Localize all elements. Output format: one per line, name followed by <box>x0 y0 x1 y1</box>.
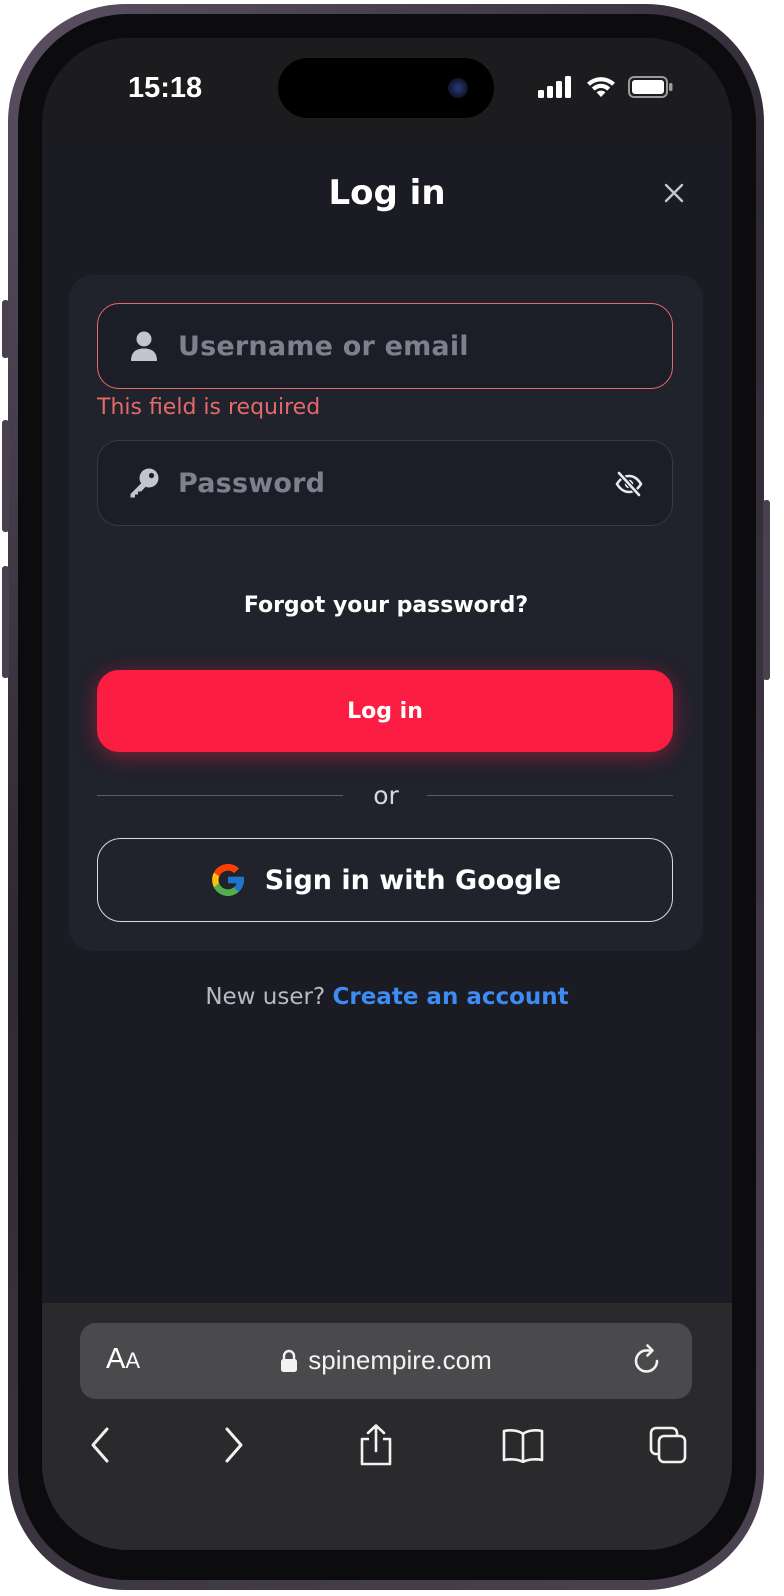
login-button[interactable]: Log in <box>97 670 673 752</box>
status-time: 15:18 <box>128 72 203 104</box>
toggle-password-visibility[interactable] <box>614 469 644 499</box>
share-button[interactable] <box>352 1421 400 1469</box>
user-icon <box>128 330 160 362</box>
google-logo-icon <box>211 864 244 896</box>
close-icon <box>664 183 684 203</box>
power-button <box>763 500 770 680</box>
divider-line-right <box>427 795 673 796</box>
url-display: spinempire.com <box>80 1345 692 1376</box>
login-card: Username or email This field is required… <box>69 275 703 951</box>
reload-button[interactable] <box>630 1343 664 1377</box>
book-icon <box>502 1429 544 1463</box>
signup-prompt: New user? Create an account <box>42 984 732 1010</box>
google-signin-label: Sign in with Google <box>264 864 562 896</box>
battery-icon <box>628 76 673 98</box>
signup-question: New user? <box>205 984 326 1010</box>
url-text: spinempire.com <box>308 1345 492 1375</box>
browser-nav-row <box>42 1421 732 1481</box>
username-error: This field is required <box>97 395 321 420</box>
password-placeholder: Password <box>178 467 326 499</box>
password-field[interactable]: Password <box>97 440 673 526</box>
forward-button[interactable] <box>210 1421 258 1469</box>
forgot-password-link[interactable]: Forgot your password? <box>69 593 703 618</box>
chevron-right-icon <box>225 1427 243 1463</box>
lock-icon <box>281 1349 298 1372</box>
volume-down-button <box>2 566 9 678</box>
browser-toolbar: AA spinempire.com <box>42 1303 732 1550</box>
chevron-left-icon <box>91 1427 109 1463</box>
modal-title: Log in <box>328 173 446 213</box>
eye-off-icon <box>615 471 643 497</box>
phone-screen: 15:18 Log in Username or email This fiel… <box>42 38 732 1550</box>
cellular-signal-icon <box>538 76 571 98</box>
reload-icon <box>634 1344 659 1373</box>
dynamic-island <box>278 58 494 118</box>
tabs-button[interactable] <box>644 1421 692 1469</box>
wifi-icon <box>587 77 615 97</box>
status-icons <box>538 76 674 98</box>
front-camera <box>448 78 468 98</box>
bookmarks-button[interactable] <box>499 1421 547 1469</box>
login-modal: Log in Username or email This field is r… <box>42 141 732 1303</box>
address-bar[interactable]: AA spinempire.com <box>80 1323 692 1399</box>
action-button <box>2 300 9 358</box>
status-bar: 15:18 <box>42 38 732 141</box>
create-account-link[interactable]: Create an account <box>332 984 568 1010</box>
username-placeholder: Username or email <box>178 330 469 362</box>
close-button[interactable] <box>660 179 688 207</box>
volume-up-button <box>2 420 9 532</box>
tabs-icon <box>649 1426 687 1464</box>
username-field[interactable]: Username or email <box>97 303 673 389</box>
share-icon <box>360 1424 392 1466</box>
back-button[interactable] <box>76 1421 124 1469</box>
key-icon <box>128 467 160 499</box>
google-signin-button[interactable]: Sign in with Google <box>97 838 673 922</box>
